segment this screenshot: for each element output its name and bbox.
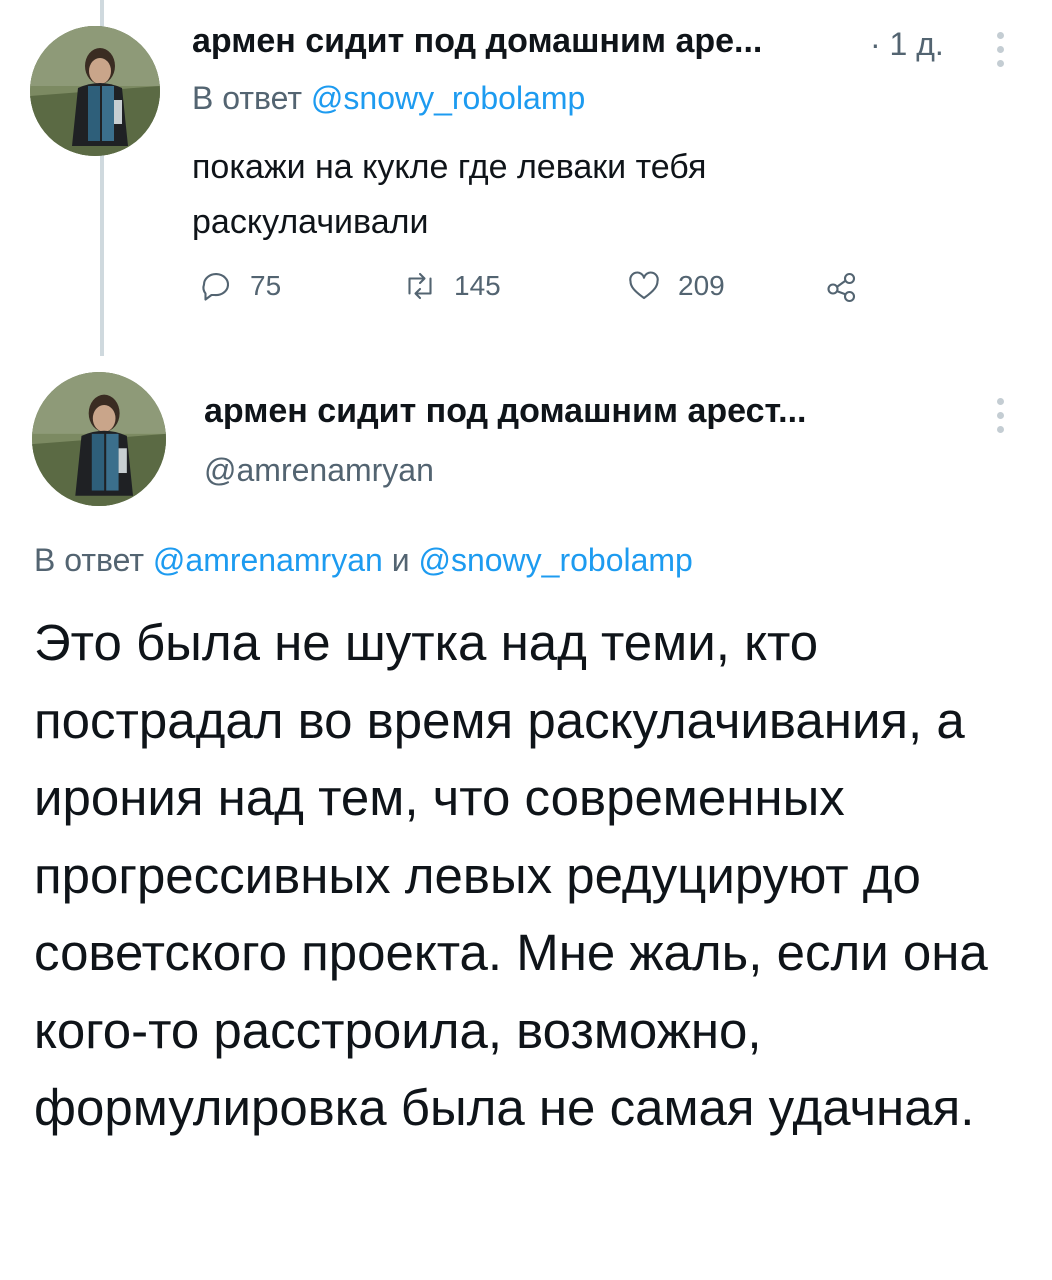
- tweet-thread: армен сидит под домашним аре... · 1 д. В…: [0, 0, 1052, 1280]
- reply-context: В ответ @snowy_robolamp: [192, 80, 585, 117]
- reply-author-name[interactable]: армен сидит под домашним аре...: [192, 22, 762, 61]
- main-author-handle[interactable]: @amrenamryan: [204, 452, 434, 489]
- like-count: 209: [678, 270, 725, 301]
- avatar[interactable]: [32, 372, 166, 506]
- retweet-icon: [408, 272, 432, 300]
- tweet-actions: 75 145 209: [198, 268, 898, 318]
- reply-context: В ответ @amrenamryan и @snowy_robolamp: [34, 542, 693, 579]
- retweet-count: 145: [454, 270, 501, 301]
- reply-handle-link[interactable]: @snowy_robolamp: [311, 80, 585, 116]
- reply-tweet-text: покажи на кукле где леваки тебя раскулач…: [192, 148, 707, 241]
- share-icon: [827, 272, 856, 303]
- reply-count: 75: [250, 270, 282, 301]
- reply-icon: [202, 273, 230, 301]
- reply-timestamp[interactable]: · 1 д.: [870, 26, 944, 63]
- reply-handle-link[interactable]: @snowy_robolamp: [418, 542, 692, 578]
- reply-button[interactable]: 75: [198, 268, 281, 304]
- share-button[interactable]: [824, 268, 860, 304]
- main-author-name[interactable]: армен сидит под домашним арест...: [204, 392, 807, 431]
- avatar[interactable]: [30, 26, 160, 156]
- main-tweet-text: Это была не шутка над теми, кто пострада…: [34, 614, 988, 1136]
- more-icon[interactable]: [995, 398, 1005, 433]
- reply-handle-link[interactable]: @amrenamryan: [153, 542, 383, 578]
- reply-prefix: В ответ: [192, 80, 311, 116]
- like-icon: [629, 271, 659, 300]
- reply-prefix: В ответ: [34, 542, 153, 578]
- retweet-button[interactable]: 145: [402, 268, 501, 304]
- reply-joiner: и: [382, 542, 419, 578]
- more-icon[interactable]: [995, 32, 1005, 67]
- like-button[interactable]: 209: [626, 268, 725, 304]
